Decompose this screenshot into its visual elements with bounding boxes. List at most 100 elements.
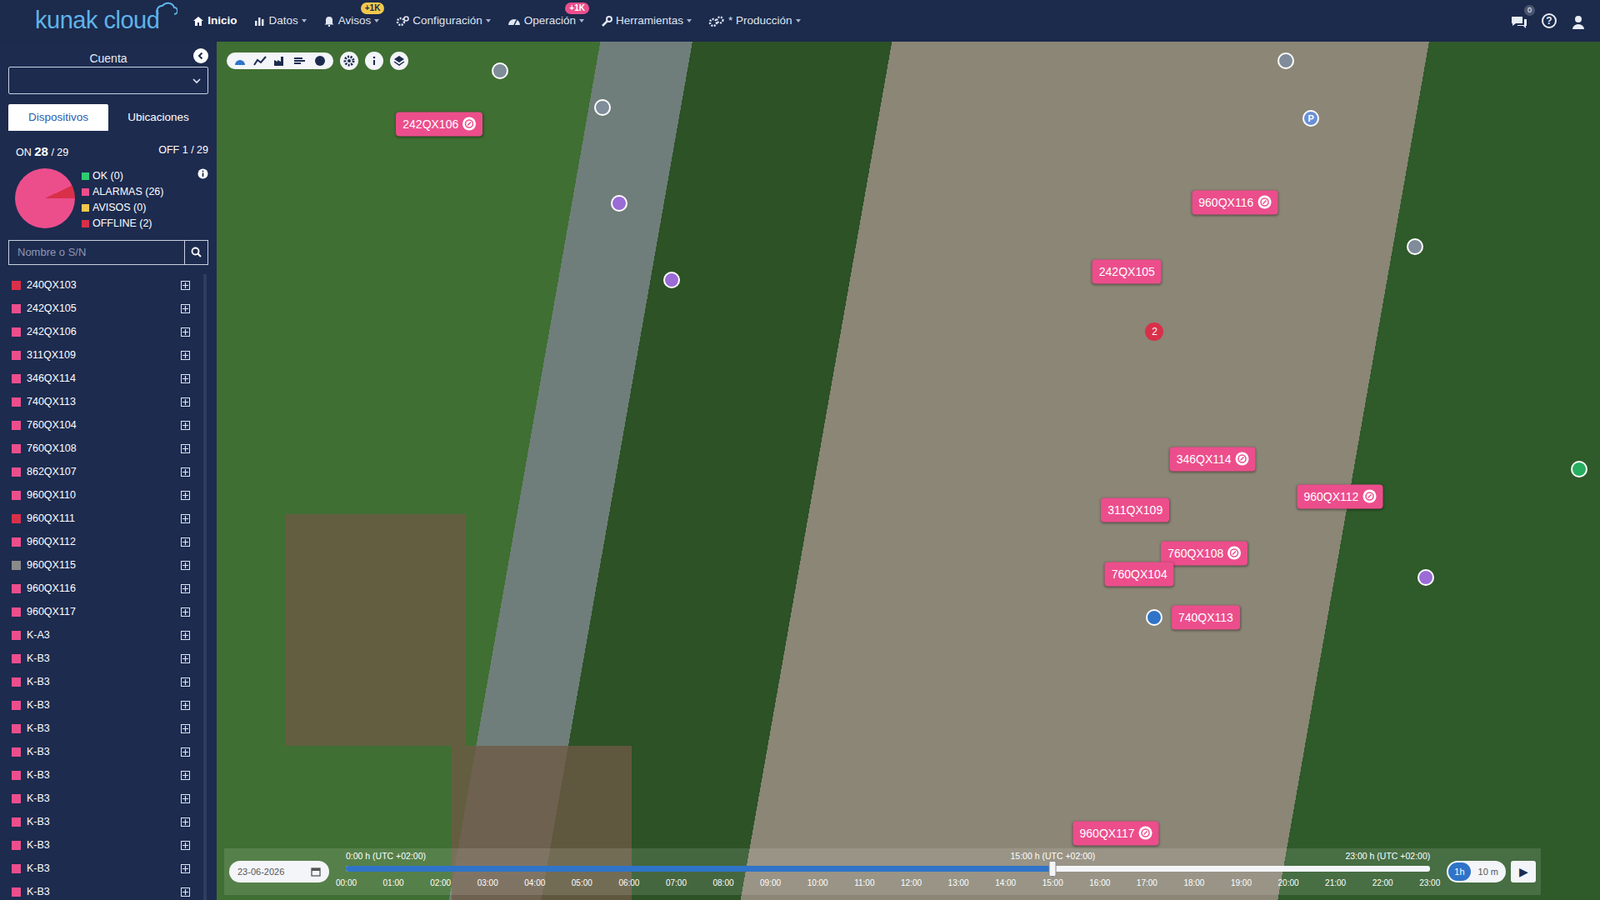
expand-icon[interactable] [180, 677, 190, 687]
location-marker[interactable] [594, 99, 611, 116]
pin-cluster[interactable]: 2 [1145, 322, 1164, 341]
line-chart-icon[interactable] [253, 55, 267, 67]
nav-item[interactable]: Herramientas [600, 7, 692, 35]
device-pin[interactable]: 740QX113 [1171, 605, 1240, 630]
location-marker[interactable] [1277, 52, 1295, 70]
expand-icon[interactable] [180, 584, 190, 594]
expand-icon[interactable] [180, 817, 190, 827]
settings-button[interactable] [340, 51, 359, 70]
user-button[interactable] [1570, 11, 1589, 30]
device-pin[interactable]: 346QX114 [1170, 446, 1256, 471]
expand-icon[interactable] [180, 350, 190, 360]
device-row[interactable]: K-B3 [8, 647, 204, 671]
chat-button[interactable]: 0 [1510, 11, 1529, 30]
expand-icon[interactable] [180, 770, 190, 780]
location-marker[interactable] [610, 195, 628, 212]
account-select[interactable] [8, 66, 209, 95]
device-row[interactable]: 311QX109 [8, 344, 204, 368]
expand-icon[interactable] [180, 537, 190, 547]
timeline-handle[interactable] [1049, 860, 1057, 877]
expand-icon[interactable] [180, 864, 190, 874]
sidebar-tab[interactable]: Dispositivos [8, 104, 109, 131]
step-button[interactable]: 10 m [1472, 862, 1505, 882]
gauge-icon[interactable] [233, 55, 247, 67]
device-row[interactable]: K-B3 [8, 694, 204, 718]
expand-icon[interactable] [180, 630, 190, 640]
device-row[interactable]: 960QX117 [8, 600, 204, 625]
expand-icon[interactable] [180, 420, 190, 430]
device-pin[interactable]: 960QX116 [1191, 190, 1278, 215]
expand-icon[interactable] [180, 374, 190, 384]
device-row[interactable]: 240QX103 [8, 274, 204, 298]
expand-icon[interactable] [180, 747, 190, 757]
device-row[interactable]: 960QX112 [8, 530, 204, 555]
location-marker[interactable] [1417, 569, 1435, 586]
device-row[interactable]: K-B3 [8, 717, 204, 741]
device-pin[interactable]: 960QX117 [1073, 820, 1160, 845]
expand-icon[interactable] [180, 327, 190, 337]
layers-button[interactable] [390, 51, 409, 70]
device-row[interactable]: K-B3 [8, 740, 204, 765]
device-row[interactable]: 960QX115 [8, 554, 204, 578]
location-marker[interactable] [663, 271, 680, 289]
timeline-track[interactable] [345, 865, 1430, 872]
location-marker[interactable] [1145, 609, 1163, 626]
device-row[interactable]: 760QX108 [8, 437, 204, 461]
device-row[interactable]: 242QX105 [8, 297, 204, 321]
wind-icon[interactable] [293, 55, 307, 67]
device-row[interactable]: K-B3 [8, 670, 204, 695]
nav-item[interactable]: Avisos+1K [323, 7, 380, 35]
device-row[interactable]: K-B3 [8, 857, 204, 881]
factory-icon[interactable] [273, 55, 287, 67]
device-row[interactable]: K-B3 [8, 810, 204, 835]
device-row[interactable]: K-B3 [8, 764, 204, 788]
device-row[interactable]: 740QX113 [8, 390, 204, 415]
nav-item[interactable]: Configuración [395, 7, 490, 35]
collapse-button[interactable] [193, 48, 209, 64]
search-button[interactable] [184, 240, 208, 265]
device-row[interactable]: K-B3 [8, 787, 204, 811]
device-row[interactable]: 862QX107 [8, 460, 204, 485]
search-input[interactable] [9, 240, 185, 265]
timeline-slider[interactable]: 0:00 h (UTC +02:00)15:00 h (UTC +02:00)2… [345, 848, 1430, 895]
nav-item[interactable]: Operación+1K [507, 7, 585, 35]
device-row[interactable]: 960QX116 [8, 577, 204, 601]
expand-icon[interactable] [180, 654, 190, 664]
location-marker[interactable] [1570, 460, 1588, 478]
date-picker[interactable]: 23-06-2026 [229, 860, 330, 883]
expand-icon[interactable] [180, 444, 190, 454]
map[interactable]: 23-06-2026 0:00 h (UTC +02:00)15:00 h (U… [216, 41, 1600, 900]
device-row[interactable]: 346QX114 [8, 367, 204, 391]
device-row[interactable]: K-A3 [8, 624, 204, 648]
info-button[interactable] [365, 51, 384, 70]
device-pin[interactable]: 760QX108 [1160, 540, 1248, 565]
expand-icon[interactable] [180, 467, 190, 477]
device-row[interactable]: 760QX104 [8, 414, 204, 438]
nav-item[interactable]: Datos [254, 7, 307, 35]
expand-icon[interactable] [180, 607, 190, 617]
play-button[interactable]: ▶ [1510, 860, 1536, 883]
expand-icon[interactable] [180, 490, 190, 500]
expand-icon[interactable] [180, 560, 190, 570]
nav-item[interactable]: Inicio [192, 7, 237, 35]
globe-icon[interactable] [313, 55, 327, 67]
expand-icon[interactable] [180, 794, 190, 804]
expand-icon[interactable] [180, 280, 190, 290]
expand-icon[interactable] [180, 700, 190, 710]
expand-icon[interactable] [180, 887, 190, 897]
device-row[interactable]: 242QX106 [8, 320, 204, 345]
device-pin[interactable]: 242QX106 [395, 111, 483, 136]
sidebar-tab[interactable]: Ubicaciones [108, 104, 209, 131]
device-pin[interactable]: 311QX109 [1100, 498, 1170, 523]
help-button[interactable]: ? [1541, 13, 1557, 29]
expand-icon[interactable] [180, 397, 190, 407]
device-pin[interactable]: 960QX112 [1296, 484, 1383, 509]
device-row[interactable]: K-B3 [8, 834, 204, 858]
nav-item[interactable]: * Producción [708, 7, 801, 35]
info-icon[interactable] [197, 168, 209, 180]
step-button[interactable]: 1h [1448, 862, 1470, 882]
expand-icon[interactable] [180, 304, 190, 314]
location-marker[interactable] [491, 62, 509, 80]
location-marker[interactable]: P [1302, 110, 1320, 127]
location-marker[interactable] [1406, 238, 1424, 255]
